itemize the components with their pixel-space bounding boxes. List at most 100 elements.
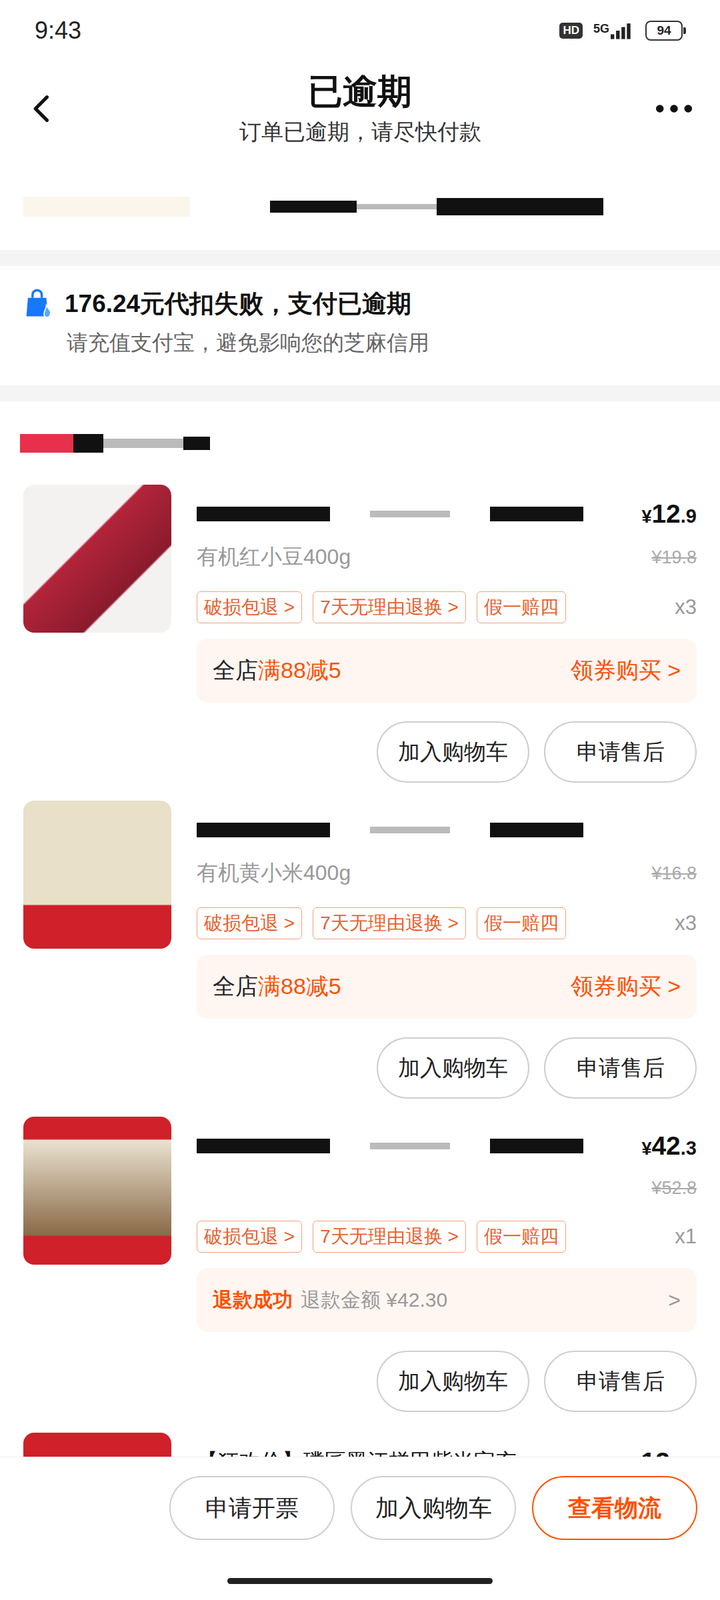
service-tags: 破损包退 > 7天无理由退换 > 假一赔四 — [196, 1220, 566, 1253]
service-tag[interactable]: 假一赔四 — [476, 1220, 566, 1253]
page-subtitle: 订单已逾期，请尽快付款 — [100, 117, 620, 148]
network-indicator: 5G — [593, 22, 635, 40]
service-tags: 破损包退 > 7天无理由退换 > 假一赔四 — [196, 591, 566, 624]
notice-title: 176.24元代扣失败，支付已逾期 — [64, 287, 412, 321]
item-title-row: ¥12.9 — [196, 498, 697, 530]
redacted-block — [103, 438, 184, 448]
redacted-block — [73, 434, 104, 453]
original-price: ¥52.8 — [651, 1178, 697, 1199]
refund-box[interactable]: 退款成功退款金额 ¥42.30 > — [196, 1268, 697, 1332]
item-info: ¥12.9 有机红小豆400g ¥19.8 破损包退 > 7天无理由退换 > 假一赔… — [196, 484, 697, 801]
redacted-address — [270, 198, 604, 216]
bottom-buttons: 申请开票加入购物车查看物流 — [0, 1457, 720, 1540]
item-tags-row: 破损包退 > 7天无理由退换 > 假一赔四 x1 — [196, 1220, 697, 1253]
redacted-block — [490, 506, 584, 522]
item-action-button[interactable]: 加入购物车 — [376, 1350, 530, 1412]
promo-text: 全店满88减5 — [212, 655, 342, 686]
order-item[interactable]: ¥12.9 有机红小豆400g ¥19.8 破损包退 > 7天无理由退换 > 假一赔… — [0, 484, 720, 801]
service-tags: 破损包退 > 7天无理由退换 > 假一赔四 — [196, 907, 566, 940]
service-tag[interactable]: 7天无理由退换 > — [312, 907, 466, 940]
status-icons: HD 5G 94 — [559, 20, 683, 41]
redacted-block — [196, 822, 330, 838]
coupon-link[interactable]: 领券购买 > — [570, 971, 681, 1002]
redacted-block — [490, 1138, 584, 1154]
item-title[interactable]: 【狂欢价】璞匠黑江梯田紫米宝充 — [196, 1447, 517, 1457]
more-button[interactable] — [620, 82, 720, 136]
redacted-block — [370, 510, 450, 518]
item-info: 【狂欢价】璞匠黑江梯田紫米宝充 ¥12.90 — [196, 1432, 697, 1457]
item-quantity: x3 — [674, 911, 697, 936]
item-info: 有机黄小米400g ¥16.8 破损包退 > 7天无理由退换 > 假一赔四 x3 全… — [196, 800, 697, 1117]
item-actions: 加入购物车申请售后 — [196, 1037, 697, 1099]
redacted-block — [20, 434, 74, 453]
service-tag[interactable]: 破损包退 > — [196, 591, 302, 624]
redacted-block — [196, 506, 330, 522]
item-action-button[interactable]: 加入购物车 — [376, 1037, 530, 1099]
battery-icon: 94 — [645, 20, 683, 41]
item-action-button[interactable]: 申请售后 — [544, 1037, 697, 1099]
hd-badge: HD — [559, 22, 583, 39]
item-action-button[interactable]: 申请售后 — [544, 721, 697, 783]
product-image[interactable] — [23, 1116, 172, 1265]
promo-text: 全店满88减5 — [212, 971, 342, 1002]
refund-info: 退款成功退款金额 ¥42.30 — [212, 1286, 448, 1314]
item-tags-row: 破损包退 >7天无理由退换 >假一赔四 x3 — [196, 591, 697, 624]
service-tag[interactable]: 7天无理由退换 > — [312, 1220, 466, 1253]
network-label: 5G — [593, 22, 610, 36]
item-spec-row: 有机黄小米400g ¥16.8 — [196, 858, 697, 888]
item-action-button[interactable]: 申请售后 — [544, 1350, 697, 1412]
home-indicator — [227, 1578, 493, 1584]
product-image[interactable] — [23, 1432, 172, 1457]
promo-box[interactable]: 全店满88减5 领券购买 > — [196, 954, 697, 1019]
item-quantity: x1 — [674, 1224, 697, 1249]
redacted-title — [196, 822, 584, 838]
order-item[interactable]: 有机黄小米400g ¥16.8 破损包退 > 7天无理由退换 > 假一赔四 x3 全… — [0, 800, 720, 1117]
back-button[interactable] — [0, 82, 100, 136]
product-image[interactable] — [23, 800, 172, 949]
product-image[interactable] — [23, 484, 172, 633]
item-price: ¥12.90 — [630, 1447, 697, 1457]
order-item[interactable]: 【狂欢价】璞匠黑江梯田紫米宝充 ¥12.90 — [0, 1432, 720, 1457]
item-spec-row: 有机红小豆400g ¥19.8 — [196, 542, 697, 572]
service-tag[interactable]: 破损包退 > — [196, 1220, 302, 1253]
service-tag[interactable]: 破损包退 > — [196, 907, 302, 940]
service-tag[interactable]: 假一赔四 — [476, 907, 566, 940]
item-spec: 有机红小豆400g — [196, 542, 351, 572]
item-title-row: 【狂欢价】璞匠黑江梯田紫米宝充 ¥12.90 — [196, 1446, 697, 1457]
header-titles: 已逾期 订单已逾期，请尽快付款 — [100, 70, 620, 148]
order-item[interactable]: ¥42.3 ¥52.8 破损包退 > 7天无理由退换 > 假一赔四 x1 退款成功退… — [0, 1116, 720, 1433]
redacted-block — [23, 196, 190, 217]
item-price: ¥12.9 — [641, 499, 697, 529]
redacted-title — [196, 1138, 584, 1154]
item-tags-row: 破损包退 > 7天无理由退换 > 假一赔四 x3 — [196, 907, 697, 940]
item-price: ¥42.3 — [641, 1131, 697, 1161]
bottom-action-button[interactable]: 申请开票 — [169, 1476, 335, 1540]
bottom-action-button[interactable]: 查看物流 — [532, 1476, 698, 1540]
service-tag[interactable]: 7天无理由退换 > — [312, 591, 466, 624]
page-title: 已逾期 — [100, 70, 620, 114]
shopping-bag-icon — [23, 288, 54, 320]
item-spec: 有机黄小米400g — [196, 858, 351, 888]
chevron-icon: > — [668, 1288, 681, 1313]
bottom-action-button[interactable]: 加入购物车 — [350, 1476, 516, 1540]
redacted-block — [183, 436, 210, 450]
redacted-title — [196, 506, 584, 522]
address-row — [0, 163, 720, 250]
item-action-button[interactable]: 加入购物车 — [376, 721, 530, 783]
order-detail-page: 9:43 HD 5G 94 已逾期 订单已逾期，请尽快付款 176.24元代扣失… — [0, 0, 720, 1600]
battery-level: 94 — [656, 23, 671, 38]
promo-box[interactable]: 全店满88减5 领券购买 > — [196, 638, 697, 703]
redacted-block — [490, 822, 584, 838]
redacted-block — [356, 204, 437, 210]
service-tag[interactable]: 假一赔四 — [476, 591, 566, 624]
status-time: 9:43 — [34, 16, 82, 45]
redacted-block — [436, 198, 604, 216]
redacted-block — [370, 826, 450, 834]
shop-row — [0, 401, 720, 485]
item-actions: 加入购物车申请售后 — [196, 721, 697, 783]
bottom-action-bar: 申请开票加入购物车查看物流 — [0, 1456, 720, 1600]
item-actions: 加入购物车申请售后 — [196, 1350, 697, 1412]
redacted-block — [196, 1138, 330, 1154]
notice-message: 请充值支付宝，避免影响您的芝麻信用 — [23, 328, 697, 358]
coupon-link[interactable]: 领券购买 > — [570, 655, 681, 686]
